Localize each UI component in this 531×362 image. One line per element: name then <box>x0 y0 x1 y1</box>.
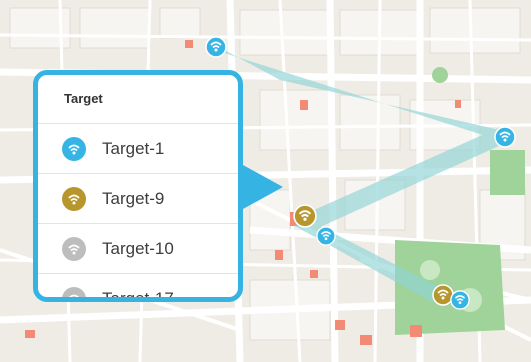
list-item-target-1[interactable]: Target-1 <box>38 124 238 174</box>
wifi-icon <box>293 204 317 228</box>
map-marker-gold-center[interactable] <box>293 204 317 228</box>
list-item-label: Target-9 <box>102 188 165 208</box>
map-marker-blue-top[interactable] <box>205 36 227 58</box>
target-list-popup: Target Target-1 Target-9 Target-10 Targe… <box>33 70 243 302</box>
popup-pointer <box>243 165 283 209</box>
map-marker-blue-center[interactable] <box>316 226 336 246</box>
wifi-icon <box>450 290 470 310</box>
wifi-icon <box>62 236 86 261</box>
list-item-target-9[interactable]: Target-9 <box>38 174 238 224</box>
list-item-label: Target-10 <box>102 238 174 258</box>
list-item-label: Target-17 <box>102 288 174 302</box>
list-item-label: Target-1 <box>102 138 165 158</box>
wifi-icon <box>316 226 336 246</box>
wifi-icon <box>62 286 86 297</box>
list-item-target-17[interactable]: Target-17 <box>38 274 238 302</box>
wifi-icon <box>494 126 516 148</box>
map-marker-blue-bottom[interactable] <box>450 290 470 310</box>
wifi-icon <box>62 136 86 161</box>
wifi-icon <box>205 36 227 58</box>
list-item-target-10[interactable]: Target-10 <box>38 224 238 274</box>
popup-title: Target <box>38 75 238 124</box>
wifi-icon <box>62 186 86 211</box>
target-list[interactable]: Target-1 Target-9 Target-10 Target-17 <box>38 124 238 302</box>
map-marker-blue-right[interactable] <box>494 126 516 148</box>
